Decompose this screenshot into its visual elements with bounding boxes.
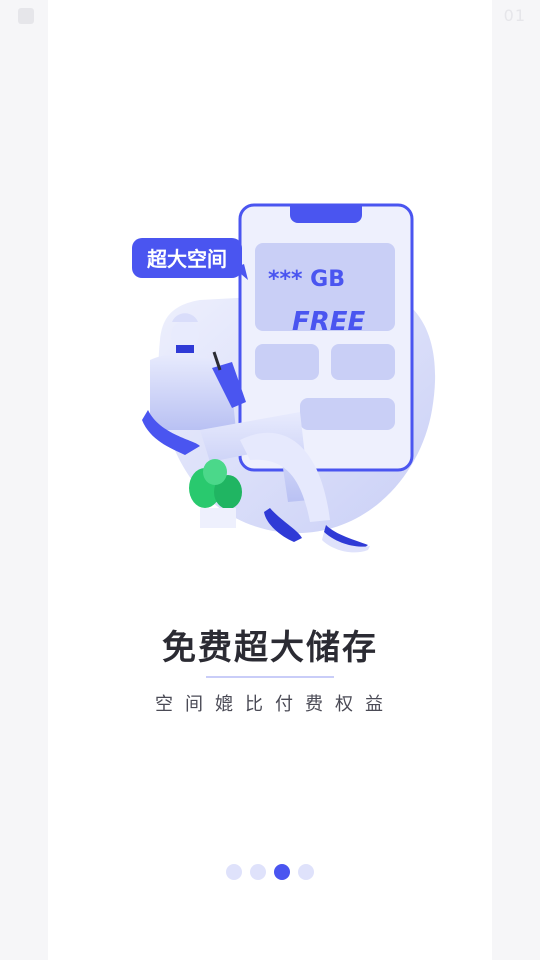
free-text: FREE	[292, 307, 366, 337]
space-badge: 超大空间	[132, 238, 248, 280]
page-dot-2[interactable]	[250, 864, 266, 880]
storage-amount-text: *** GB	[268, 267, 345, 292]
storage-illustration: *** GB FREE 超大空间	[132, 203, 436, 553]
page-dot-1[interactable]	[226, 864, 242, 880]
page-dot-3-active[interactable]	[274, 864, 290, 880]
title-divider	[206, 676, 334, 678]
page-indicator	[226, 864, 314, 880]
badge-text: 超大空间	[146, 247, 227, 271]
page-title: 免费超大储存	[162, 628, 378, 668]
page-dot-4[interactable]	[298, 864, 314, 880]
page-subtitle: 空间媲比付费权益	[155, 694, 395, 715]
